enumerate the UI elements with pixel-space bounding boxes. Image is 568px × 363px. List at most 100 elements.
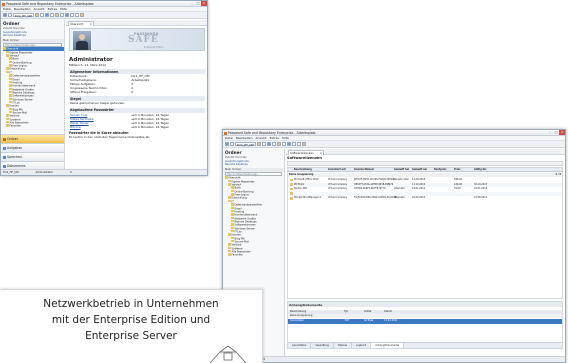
user-photo	[73, 31, 91, 50]
folder-tree: Übersicht Eigene Passwörter Verkauf Bank Onl…	[223, 176, 284, 257]
attachments-heading: Anhang/Dokumente	[288, 302, 562, 307]
detail-tab[interactable]: Historie	[334, 343, 353, 348]
column-header[interactable]: Lizenzschlüssel	[354, 168, 374, 172]
folder-icon	[228, 243, 231, 246]
table-row[interactable]: Password Safe Enterprise Virtual Company E…	[288, 191, 562, 196]
filter-icon[interactable]	[291, 142, 296, 146]
database-select[interactable]: Dirk_HF_OM	[235, 141, 256, 147]
sidebar-button-aufgaben[interactable]: Aufgaben	[1, 143, 64, 152]
new-icon[interactable]	[39, 13, 44, 17]
close-tab-icon[interactable]: ×	[90, 22, 92, 27]
back-icon[interactable]	[3, 13, 7, 17]
delete-icon[interactable]	[271, 142, 276, 146]
menu-item[interactable]: Datei	[225, 136, 233, 140]
database-select[interactable]: Dirk_HF_OM	[13, 12, 34, 18]
folder-icon	[3, 47, 6, 50]
menu-item[interactable]: Hilfe	[282, 136, 289, 140]
folder-filter-input[interactable]: Hier Suchbeschreibungen ...	[225, 172, 282, 176]
my-folders-label: Mein Ordner	[1, 38, 64, 43]
table-row[interactable]: Norton 360 Virtual Company QTHK8-2K6TE-RK7…	[288, 187, 562, 191]
back-icon[interactable]	[225, 142, 229, 146]
menu-item[interactable]: Bearbeiten	[14, 7, 30, 11]
tab-software-licenses[interactable]: Softwarelizenzen ×	[288, 150, 324, 155]
window-titlebar: Password Safe and Repository Enterprise …	[1, 1, 207, 7]
tab-strip: Softwarelizenzen ×	[286, 149, 565, 155]
folder-icon	[231, 236, 234, 240]
new-icon[interactable]	[261, 142, 266, 146]
column-header[interactable]: Gekauft bei	[394, 168, 409, 172]
detail-tab[interactable]: Anhang/Dokumente	[371, 343, 405, 348]
table-cell: Password Safe Enterprise	[294, 191, 324, 195]
table-row[interactable]: Microsoft Office 2010 Virtual Company JKTG…	[288, 178, 562, 182]
detail-tab[interactable]: Verwaltung	[311, 343, 334, 348]
sidebar-button-ordner[interactable]: Ordner	[1, 134, 64, 143]
folder-icon	[6, 124, 9, 127]
column-header[interactable]: Preis	[454, 168, 461, 172]
folder-icon	[9, 64, 12, 67]
close-button[interactable]: ✕	[559, 130, 565, 135]
folder-tree: Übersicht Eigene Passwörter Verkauf Bank Onl…	[1, 47, 64, 128]
table-cell: 22.06.2010	[412, 196, 426, 200]
close-tab-icon[interactable]: ×	[320, 151, 322, 156]
menu-item[interactable]: Ansicht	[34, 7, 45, 11]
search-icon[interactable]	[64, 13, 69, 17]
delete-icon[interactable]	[49, 13, 54, 17]
folder-icon	[231, 193, 234, 196]
folder-icon[interactable]	[34, 13, 39, 17]
tree-item[interactable]: Favoriten	[3, 124, 64, 128]
print-icon[interactable]	[281, 142, 286, 146]
table-cell: Virtual Company	[328, 196, 348, 200]
detail-tab[interactable]: Logbuch	[352, 343, 372, 348]
folder-icon	[6, 117, 9, 121]
edit-icon[interactable]	[44, 13, 49, 17]
detail-tab[interactable]: Lizenzdaten	[288, 343, 312, 348]
menu-item[interactable]: Datei	[3, 7, 11, 11]
app-icon	[224, 131, 227, 135]
menu-item[interactable]: Hilfe	[60, 7, 67, 11]
table-cell: Virtual Company	[328, 191, 348, 195]
refresh-icon[interactable]	[230, 142, 234, 146]
info-row: Offene Freigaben: 0	[70, 90, 134, 95]
sidebar-button-sprechen[interactable]: Sprechen	[1, 152, 64, 161]
table-row[interactable]: Mindjet MindManager 9 Virtual Company TGJF…	[288, 196, 562, 200]
column-header[interactable]: Lizenziert auf	[328, 168, 346, 172]
column-header[interactable]: Beschreibung	[294, 168, 312, 172]
help-icon[interactable]	[79, 13, 84, 17]
menu-item[interactable]: Extras	[48, 7, 57, 11]
settings-icon[interactable]	[296, 142, 301, 146]
menu-item[interactable]: Extras	[270, 136, 279, 140]
print-icon[interactable]	[59, 13, 64, 17]
close-button[interactable]: ✕	[201, 1, 207, 6]
attachment-row[interactable]: Lizenzdatei .TXT 16 Byte 13.02.2011	[288, 319, 562, 324]
table-cell: JKTGHF-8936-GH7KS-FGHJKI-MHGB	[354, 178, 395, 181]
lock-icon[interactable]	[54, 13, 59, 17]
search-icon[interactable]	[286, 142, 291, 146]
tree-item[interactable]: Favoriten	[225, 253, 284, 257]
folder-icon	[231, 213, 234, 216]
column-header[interactable]: Gültig bis	[474, 168, 486, 172]
help-icon[interactable]	[301, 142, 306, 146]
tab-overview[interactable]: Übersicht ×	[68, 21, 94, 26]
folder-icon	[231, 206, 234, 210]
table-cell: 129,00	[454, 182, 463, 186]
column-header[interactable]: Gekauft am	[412, 168, 427, 172]
recent-item[interactable]: Remote Desktops	[1, 34, 64, 38]
recent-item[interactable]: Remote Desktops	[223, 163, 284, 167]
expired-row[interactable]: Bitcore seit 4 Monaten, 16 Tagen	[70, 125, 205, 129]
column-header[interactable]: Kaufpreis	[434, 168, 446, 172]
edit-icon[interactable]	[266, 142, 271, 146]
folder-icon	[9, 84, 12, 87]
menu-item[interactable]: Bearbeiten	[236, 136, 252, 140]
refresh-icon[interactable]	[8, 13, 12, 17]
settings-icon[interactable]	[74, 13, 79, 17]
folder-icon[interactable]	[256, 142, 261, 146]
table-row[interactable]: PM Mobil Virtual Company CB34TT-A63G-GEHIT…	[288, 182, 562, 187]
folder-icon	[9, 100, 12, 104]
filter-icon[interactable]	[69, 13, 74, 17]
menu-item[interactable]: Ansicht	[256, 136, 267, 140]
second-window: Password Safe and Repository Enterprise …	[222, 129, 566, 363]
folder-filter-input[interactable]: Hier Suchbeschreibungen ...	[3, 43, 62, 47]
lock-icon[interactable]	[276, 142, 281, 146]
status-count: 0	[263, 358, 266, 361]
folder-icon	[225, 176, 228, 179]
